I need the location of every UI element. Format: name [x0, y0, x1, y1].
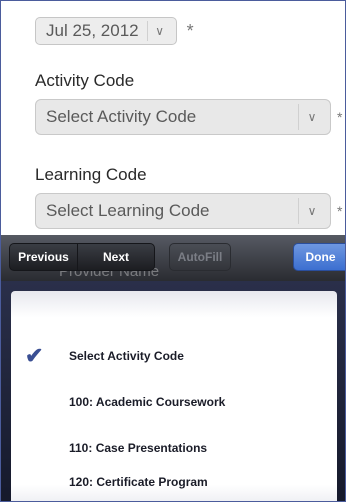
next-button[interactable]: Next: [77, 243, 155, 271]
activity-code-label: Activity Code: [35, 71, 135, 90]
app-frame: Jul 25, 2012 ∨ * Activity Code Select Ac…: [0, 0, 346, 502]
checkmark-icon: ✔: [25, 343, 44, 368]
picker-option[interactable]: 100: Academic Coursework: [11, 379, 337, 425]
picker-option-label: Select Activity Code: [69, 349, 184, 363]
activity-code-select[interactable]: Select Activity Code ∨: [35, 99, 331, 135]
activity-code-value: Select Activity Code: [46, 107, 197, 126]
chevron-down-icon[interactable]: ∨: [298, 104, 325, 130]
picker-option[interactable]: 120: Certificate Program: [11, 459, 337, 501]
date-field[interactable]: Jul 25, 2012 ∨ *: [35, 17, 194, 45]
done-button[interactable]: Done: [293, 243, 345, 271]
chevron-down-icon[interactable]: ∨: [298, 198, 325, 224]
learning-code-select[interactable]: Select Learning Code ∨: [35, 193, 331, 229]
autofill-button[interactable]: AutoFill: [169, 243, 231, 271]
picker-option-label: 110: Case Presentations: [69, 441, 208, 455]
picker-option[interactable]: ✔ Select Activity Code: [11, 333, 337, 379]
required-indicator: *: [337, 109, 343, 125]
picker-wheel: ✔ Select Activity Code 100: Academic Cou…: [1, 281, 345, 501]
date-select-box[interactable]: Jul 25, 2012 ∨: [35, 17, 177, 45]
picker-option-label: 100: Academic Coursework: [69, 395, 226, 409]
keyboard-toolbar: Provider Name Previous Next AutoFill Don…: [1, 235, 345, 281]
date-value: Jul 25, 2012: [46, 21, 139, 40]
picker-option-label: 120: Certificate Program: [69, 475, 208, 489]
picker-list[interactable]: ✔ Select Activity Code 100: Academic Cou…: [11, 291, 337, 501]
required-indicator: *: [186, 21, 194, 41]
learning-code-label: Learning Code: [35, 165, 147, 184]
previous-button[interactable]: Previous: [9, 243, 77, 271]
chevron-down-icon[interactable]: ∨: [146, 21, 172, 41]
required-indicator: *: [337, 203, 343, 219]
learning-code-value: Select Learning Code: [46, 201, 210, 220]
